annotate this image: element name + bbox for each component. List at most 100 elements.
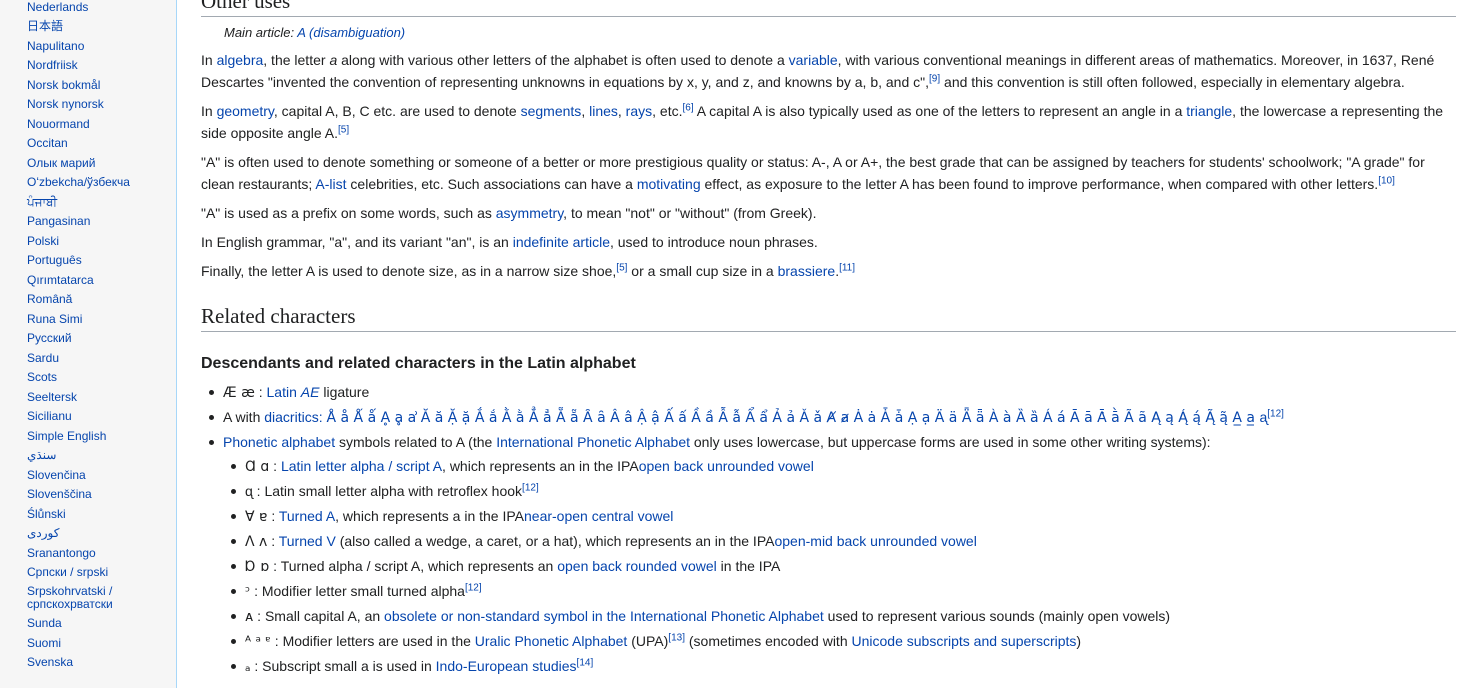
paragraph-geometry: In geometry, capital A, B, C etc. are us…: [201, 100, 1456, 144]
language-link[interactable]: کوردی: [27, 524, 137, 544]
link-algebra[interactable]: algebra: [217, 52, 264, 68]
language-link[interactable]: Русский: [27, 329, 137, 349]
language-link[interactable]: Олык марий: [27, 153, 137, 173]
link-latin-ae[interactable]: Latin AE: [267, 384, 320, 400]
paragraph-grade: "A" is often used to denote something or…: [201, 151, 1456, 195]
language-item: Suomi: [27, 633, 137, 653]
language-link[interactable]: سنڌي: [27, 446, 137, 466]
phonetic-link[interactable]: Latin letter alpha / script A: [281, 458, 442, 474]
phonetic-link[interactable]: obsolete or non-standard symbol in the I…: [384, 608, 824, 624]
link-asymmetry[interactable]: asymmetry: [496, 205, 563, 221]
ref-11[interactable]: [11]: [839, 262, 855, 273]
link-rays[interactable]: rays: [626, 103, 652, 119]
paragraph-grammar: In English grammar, "a", and its variant…: [201, 231, 1456, 253]
language-link[interactable]: Nordfriisk: [27, 56, 137, 76]
phonetic-link[interactable]: Uralic Phonetic Alphabet: [475, 633, 628, 649]
language-link[interactable]: Seeltersk: [27, 387, 137, 407]
language-link[interactable]: Suomi: [27, 633, 137, 653]
language-item: Nederlands: [27, 0, 137, 17]
hatnote-link[interactable]: A (disambiguation): [297, 25, 405, 40]
language-link[interactable]: Qırımtatarca: [27, 270, 137, 290]
phonetic-link[interactable]: Indo-European studies: [436, 658, 577, 674]
phonetic-link[interactable]: open back unrounded vowel: [639, 458, 814, 474]
text: : Modifier letters are used in the: [270, 633, 475, 649]
ref-link[interactable]: [12]: [465, 582, 482, 593]
language-link[interactable]: Srpskohrvatski / српскохрватски: [27, 582, 137, 614]
language-link[interactable]: Norsk bokmål: [27, 75, 137, 95]
ref-5b[interactable]: [5]: [616, 262, 627, 273]
ref-6[interactable]: [6]: [682, 102, 693, 113]
language-link[interactable]: 日本語: [27, 17, 137, 37]
text: , capital A, B, C etc. are used to denot…: [273, 103, 521, 119]
phonetic-link[interactable]: near-open central vowel: [524, 508, 673, 524]
link-geometry[interactable]: geometry: [217, 103, 274, 119]
language-link[interactable]: Српски / srpski: [27, 563, 137, 583]
glyph-ae: Æ æ: [223, 385, 255, 401]
text: ligature: [319, 384, 370, 400]
link-text-italic: AE: [300, 384, 320, 400]
language-item: Русский: [27, 329, 137, 349]
phonetic-link[interactable]: Unicode subscripts and superscripts: [852, 633, 1077, 649]
ref-5[interactable]: [5]: [338, 124, 349, 135]
phonetic-link[interactable]: open back rounded vowel: [557, 558, 717, 574]
language-link[interactable]: Polski: [27, 231, 137, 251]
language-link[interactable]: Scots: [27, 368, 137, 388]
language-item: Sardu: [27, 348, 137, 368]
language-link[interactable]: Oʻzbekcha/ўзбекча: [27, 173, 137, 193]
language-link[interactable]: Simple English: [27, 426, 137, 446]
language-link[interactable]: Norsk nynorsk: [27, 95, 137, 115]
language-item: Sunda: [27, 614, 137, 634]
language-link[interactable]: ਪੰਜਾਬੀ: [27, 192, 137, 212]
language-link[interactable]: Slovenščina: [27, 485, 137, 505]
link-ipa[interactable]: International Phonetic Alphabet: [496, 434, 690, 450]
link-segments[interactable]: segments: [521, 103, 582, 119]
ref-link[interactable]: [14]: [577, 657, 594, 668]
link-lines[interactable]: lines: [589, 103, 618, 119]
language-link[interactable]: Sranantongo: [27, 543, 137, 563]
language-link[interactable]: Runa Simi: [27, 309, 137, 329]
language-item: Português: [27, 251, 137, 271]
language-link[interactable]: Nederlands: [27, 0, 137, 17]
text: in the IPA: [716, 558, 781, 574]
link-triangle[interactable]: triangle: [1186, 103, 1232, 119]
text: "A" is used as a prefix on some words, s…: [201, 205, 496, 221]
hatnote: Main article: A (disambiguation): [201, 23, 1456, 43]
language-link[interactable]: Occitan: [27, 134, 137, 154]
language-link[interactable]: Ślůnski: [27, 504, 137, 524]
language-item: Nouormand: [27, 114, 137, 134]
text: : Modifier letter small turned alpha: [250, 583, 465, 599]
language-link[interactable]: Português: [27, 251, 137, 271]
language-link[interactable]: Svenska: [27, 653, 137, 673]
phonetic-link[interactable]: open-mid back unrounded vowel: [774, 533, 976, 549]
link-motivating[interactable]: motivating: [637, 176, 701, 192]
language-link[interactable]: Slovenčina: [27, 465, 137, 485]
language-link[interactable]: Pangasinan: [27, 212, 137, 232]
language-link[interactable]: Sardu: [27, 348, 137, 368]
language-link[interactable]: Sunda: [27, 614, 137, 634]
link-variable[interactable]: variable: [789, 52, 838, 68]
language-link[interactable]: Română: [27, 290, 137, 310]
phonetic-link[interactable]: Turned A: [279, 508, 335, 524]
link-a-list[interactable]: A-list: [315, 176, 346, 192]
diacritic-glyphs[interactable]: Å å Ǻ ǻ Ḁ ḁ ẚ Ă ă Ặ ặ Ắ ắ Ằ ằ Ẳ ẳ Ẵ ẵ Ȃ …: [327, 410, 1268, 426]
language-sidebar: Nederlands 日本語 Napulitano Nordfriisk Norsk b…: [0, 0, 176, 680]
ref-10[interactable]: [10]: [1378, 175, 1395, 186]
phonetic-link[interactable]: Turned V: [279, 533, 336, 549]
language-item: Occitan: [27, 134, 137, 154]
ref-13[interactable]: [13]: [668, 632, 685, 643]
text: in the IPA: [579, 458, 639, 474]
link-indefinite-article[interactable]: indefinite article: [513, 234, 610, 250]
language-link[interactable]: Napulitano: [27, 36, 137, 56]
link-phonetic-alphabet[interactable]: Phonetic alphabet: [223, 434, 335, 450]
text: effect, as exposure to the letter A has …: [700, 176, 1379, 192]
link-diacritics[interactable]: diacritics: [264, 409, 318, 425]
ref-9[interactable]: [9]: [929, 73, 940, 84]
link-brassiere[interactable]: brassiere: [778, 263, 836, 279]
phonetic-glyph: ᶐ: [245, 484, 253, 500]
language-link[interactable]: Sicilianu: [27, 407, 137, 427]
language-link[interactable]: Nouormand: [27, 114, 137, 134]
ref-link[interactable]: [12]: [522, 482, 539, 493]
ref-12[interactable]: [12]: [1267, 408, 1284, 419]
language-item: Română: [27, 290, 137, 310]
phonetic-sub-item: ᵓ : Modifier letter small turned alpha[1…: [231, 579, 1456, 604]
